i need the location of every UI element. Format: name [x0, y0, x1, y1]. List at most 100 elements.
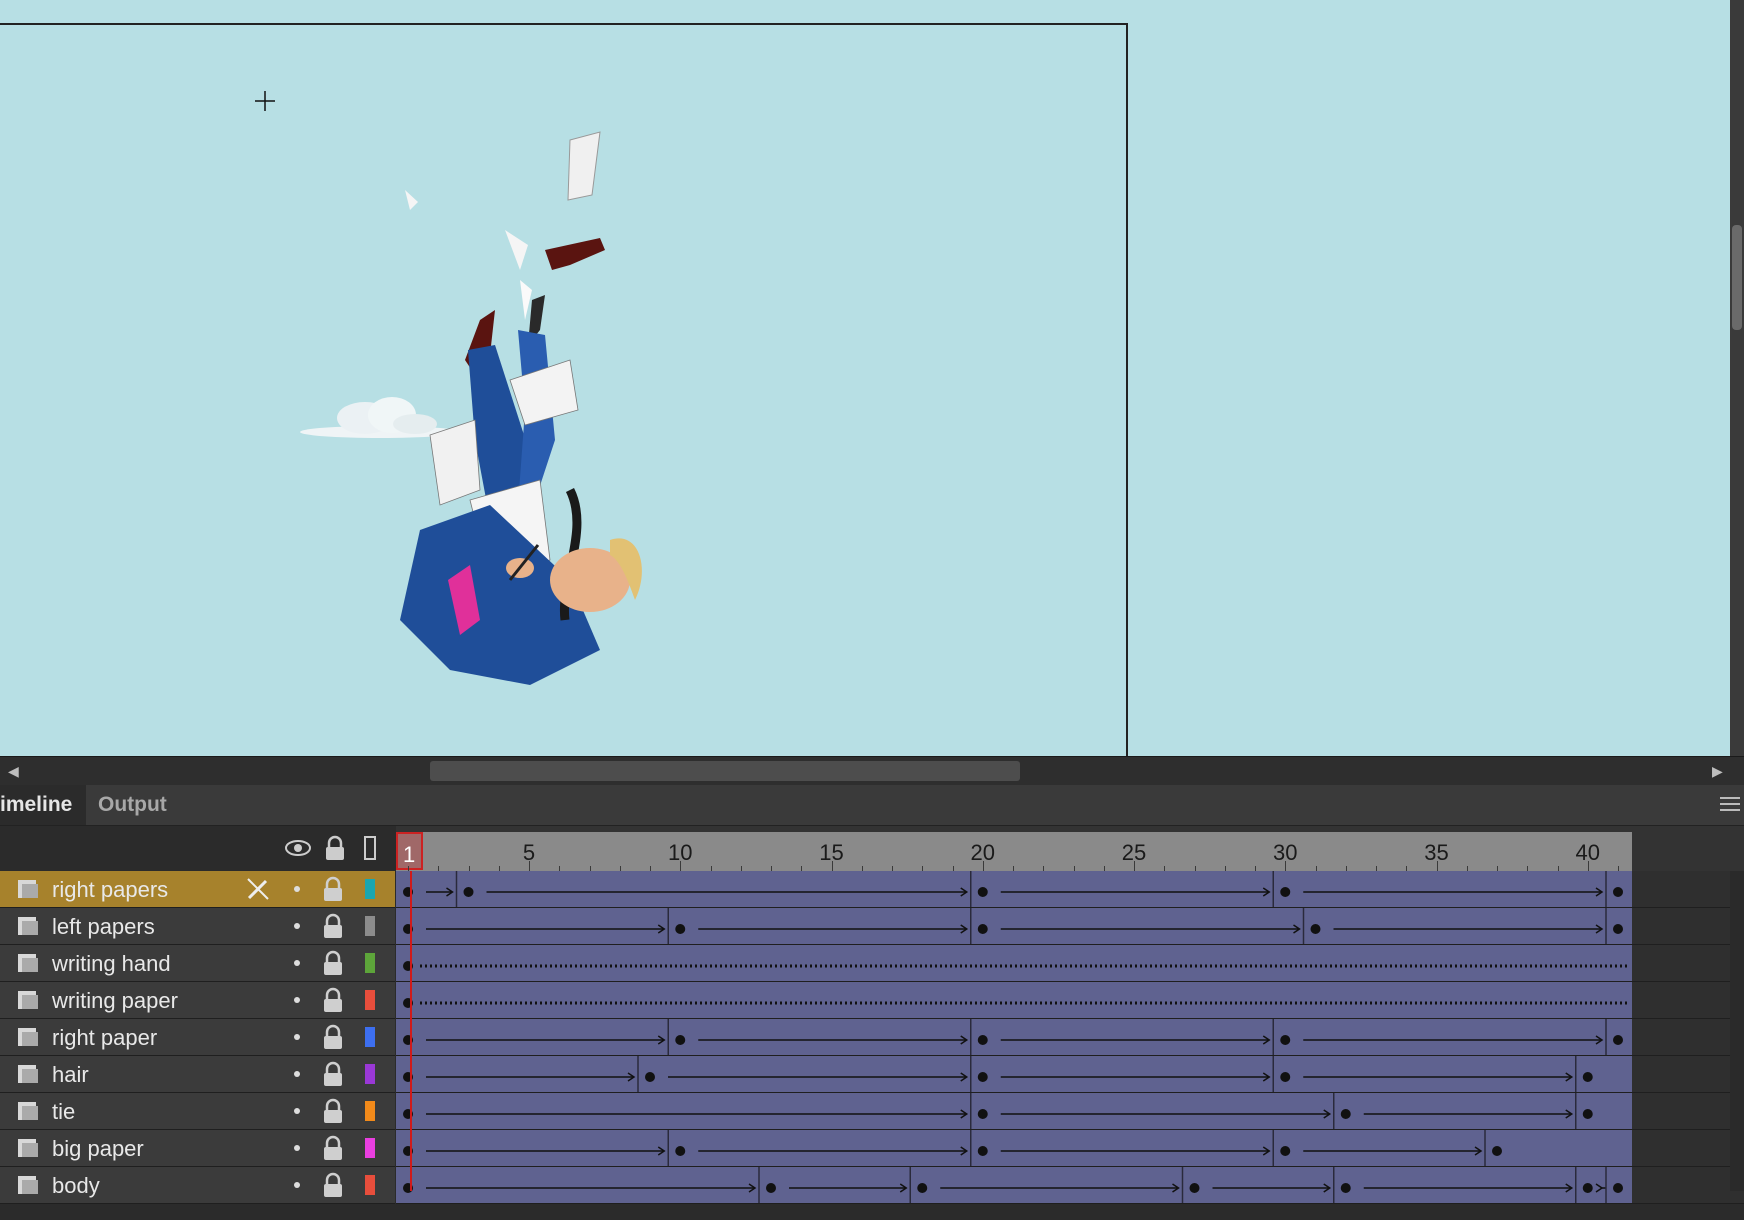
layer-color-swatch[interactable]: [365, 1027, 375, 1047]
lock-icon[interactable]: [322, 1135, 344, 1161]
playhead[interactable]: 1: [396, 832, 423, 870]
keyframe-track: [403, 1056, 1593, 1092]
layer-name[interactable]: body: [52, 1173, 100, 1199]
tab-timeline[interactable]: imeline: [0, 785, 87, 825]
layer-icon: [18, 1176, 38, 1194]
keyframe-dot: [1613, 1183, 1623, 1193]
stage-vertical-scrollbar[interactable]: [1730, 0, 1744, 756]
layer-color-swatch[interactable]: [365, 990, 375, 1010]
playhead-line: [410, 871, 412, 1191]
lock-icon[interactable]: [322, 987, 344, 1013]
frame-row[interactable]: [396, 1167, 1744, 1204]
frame-row[interactable]: [396, 1130, 1744, 1167]
keyframe-dot: [1582, 1109, 1593, 1119]
keyframe-dot: [1613, 924, 1623, 934]
lock-icon[interactable]: [322, 1061, 344, 1087]
layer-row[interactable]: tie: [0, 1093, 395, 1130]
visibility-toggle[interactable]: [294, 1182, 300, 1188]
layer-name[interactable]: tie: [52, 1099, 75, 1125]
layer-name[interactable]: left papers: [52, 914, 155, 940]
layer-name[interactable]: right papers: [52, 877, 168, 903]
lock-icon[interactable]: [322, 1098, 344, 1124]
layer-name[interactable]: writing paper: [52, 988, 178, 1014]
eye-icon[interactable]: [284, 838, 312, 858]
shoe-shape: [545, 238, 605, 270]
layer-icon: [18, 880, 38, 898]
layer-icon: [18, 1102, 38, 1120]
layer-row[interactable]: hair: [0, 1056, 395, 1093]
timeline-vertical-scrollbar[interactable]: [1730, 871, 1744, 1191]
ruler-frame-label: 35: [1424, 840, 1449, 865]
ruler-frame-label: 30: [1273, 840, 1298, 865]
keyframe-dot: [1340, 1109, 1351, 1119]
frame-row[interactable]: [396, 982, 1744, 1019]
visibility-toggle[interactable]: [294, 1108, 300, 1114]
scroll-right-arrow-icon[interactable]: ▶: [1712, 763, 1723, 780]
layer-name[interactable]: writing hand: [52, 951, 171, 977]
keyframe-dot: [645, 1072, 655, 1082]
lock-icon[interactable]: [322, 950, 344, 976]
layer-row[interactable]: body: [0, 1167, 395, 1204]
layer-color-swatch[interactable]: [365, 1138, 375, 1158]
visibility-toggle[interactable]: [294, 1145, 300, 1151]
keyframe-dot: [977, 887, 988, 897]
keyframe-track: [403, 1167, 1623, 1203]
frame-row[interactable]: [396, 945, 1744, 982]
visibility-toggle[interactable]: [294, 1034, 300, 1040]
layer-name[interactable]: right paper: [52, 1025, 157, 1051]
keyframe-dot: [1582, 1072, 1593, 1082]
keyframe-dot: [977, 924, 988, 934]
layer-color-swatch[interactable]: [365, 1064, 375, 1084]
lock-icon[interactable]: [324, 835, 346, 861]
frame-row[interactable]: [396, 1056, 1744, 1093]
keyframe-dot: [917, 1183, 928, 1193]
visibility-toggle[interactable]: [294, 923, 300, 929]
layer-icon: [18, 917, 38, 935]
lock-icon[interactable]: [322, 1172, 344, 1198]
frame-row[interactable]: [396, 871, 1744, 908]
ruler-frame-label: 25: [1121, 840, 1147, 865]
visibility-toggle[interactable]: [294, 960, 300, 966]
layer-color-swatch[interactable]: [365, 879, 375, 899]
scroll-left-arrow-icon[interactable]: ◀: [8, 763, 19, 780]
frame-ruler[interactable]: 1 5 10 15 20 25 30 35 40: [396, 826, 1744, 871]
layer-row[interactable]: right papers: [0, 871, 395, 908]
layer-row[interactable]: big paper: [0, 1130, 395, 1167]
tab-output[interactable]: Output: [84, 785, 181, 825]
layer-name[interactable]: hair: [52, 1062, 89, 1088]
frame-row[interactable]: [396, 1019, 1744, 1056]
lock-icon[interactable]: [322, 1024, 344, 1050]
frame-row[interactable]: [396, 1093, 1744, 1130]
frame-grid[interactable]: [396, 871, 1744, 1204]
layer-row[interactable]: left papers: [0, 908, 395, 945]
visibility-toggle[interactable]: [294, 886, 300, 892]
layer-row[interactable]: writing hand: [0, 945, 395, 982]
visibility-toggle[interactable]: [294, 997, 300, 1003]
crosshair-cursor-icon: [255, 91, 275, 111]
cloud-shape: [300, 397, 460, 438]
layer-name[interactable]: big paper: [52, 1136, 144, 1162]
scroll-thumb[interactable]: [430, 761, 1020, 781]
visibility-toggle[interactable]: [294, 1071, 300, 1077]
layer-icon: [18, 1028, 38, 1046]
falling-businessman-illustration[interactable]: [270, 110, 730, 756]
stage-horizontal-scrollbar[interactable]: ◀ ▶: [0, 756, 1744, 785]
layer-color-swatch[interactable]: [365, 953, 375, 973]
panel-tab-bar: imeline Output: [0, 785, 1744, 826]
keyframe-dot: [1189, 1183, 1200, 1193]
outline-icon[interactable]: [364, 836, 376, 860]
lock-icon[interactable]: [322, 913, 344, 939]
layer-row[interactable]: writing paper: [0, 982, 395, 1019]
layer-icon: [18, 991, 38, 1009]
layer-color-swatch[interactable]: [365, 916, 375, 936]
layer-list: right papers left papers writing hand writi…: [0, 871, 395, 1204]
keyframe-dot: [1280, 1035, 1291, 1045]
layer-color-swatch[interactable]: [365, 1175, 375, 1195]
layer-color-swatch[interactable]: [365, 1101, 375, 1121]
frame-row[interactable]: [396, 908, 1744, 945]
panel-menu-icon[interactable]: [1720, 797, 1740, 813]
stage-area[interactable]: [0, 0, 1744, 756]
lock-icon[interactable]: [322, 876, 344, 902]
layer-icon: [18, 1065, 38, 1083]
layer-row[interactable]: right paper: [0, 1019, 395, 1056]
